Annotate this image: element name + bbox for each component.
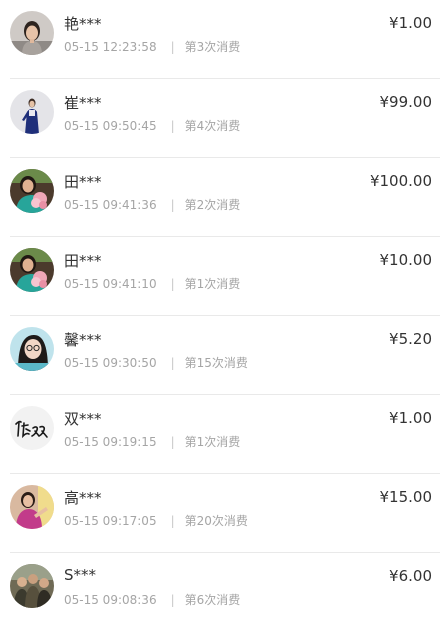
record-amount: ¥99.00 [380, 93, 433, 111]
meta-divider: | [170, 40, 175, 54]
meta-divider: | [170, 514, 175, 528]
meta-divider: | [170, 198, 175, 212]
amount-value: 6.00 [398, 567, 432, 585]
meta-divider: | [170, 435, 175, 449]
consumption-count: 第1次消费 [184, 435, 241, 449]
record-time: 05-15 09:30:50 [64, 356, 157, 370]
currency-symbol: ¥ [389, 409, 399, 427]
consumption-count: 第20次消费 [184, 514, 248, 528]
consumption-count: 第2次消费 [184, 198, 241, 212]
calligraphy-avatar [10, 406, 54, 450]
record-meta: 05-15 09:30:50 | 第15次消费 [64, 354, 248, 371]
customer-name: 崔*** [64, 94, 102, 112]
record-meta: 05-15 12:23:58 | 第3次消费 [64, 38, 240, 55]
amount-value: 100.00 [379, 172, 433, 190]
currency-symbol: ¥ [379, 488, 390, 506]
customer-name: 田*** [64, 173, 102, 191]
record-row[interactable]: 双*** 05-15 09:19:15 | 第1次消费 ¥1.00 [10, 395, 440, 474]
record-time: 05-15 09:50:45 [64, 119, 157, 133]
currency-symbol: ¥ [389, 330, 399, 348]
amount-value: 15.00 [389, 488, 432, 506]
currency-symbol: ¥ [389, 567, 399, 585]
record-amount: ¥15.00 [380, 488, 433, 506]
record-meta: 05-15 09:19:15 | 第1次消费 [64, 433, 240, 450]
consumption-count: 第4次消费 [184, 119, 241, 133]
customer-name: 双*** [64, 410, 102, 428]
record-time: 05-15 09:41:10 [64, 277, 157, 291]
meta-divider: | [170, 119, 175, 133]
girl-with-glasses-avatar [10, 327, 54, 371]
record-amount: ¥10.00 [380, 251, 433, 269]
amount-value: 1.00 [398, 409, 432, 427]
woman-pink-dress-avatar [10, 485, 54, 529]
currency-symbol: ¥ [389, 14, 399, 32]
record-meta: 05-15 09:17:05 | 第20次消费 [64, 512, 248, 529]
meta-divider: | [170, 593, 175, 607]
customer-name: 高*** [64, 489, 102, 507]
woman-in-suit-avatar [10, 90, 54, 134]
record-row[interactable]: 田*** 05-15 09:41:36 | 第2次消费 ¥100.00 [10, 158, 440, 237]
meta-divider: | [170, 277, 175, 291]
record-time: 05-15 12:23:58 [64, 40, 157, 54]
amount-value: 10.00 [389, 251, 432, 269]
record-amount: ¥100.00 [370, 172, 432, 190]
record-row[interactable]: S*** 05-15 09:08:36 | 第6次消费 ¥6.00 [10, 553, 440, 632]
record-amount: ¥5.20 [389, 330, 432, 348]
woman-portrait-avatar [10, 11, 54, 55]
record-amount: ¥1.00 [389, 409, 432, 427]
woman-with-flowers-avatar [10, 248, 54, 292]
woman-with-flowers-avatar [10, 169, 54, 213]
amount-value: 99.00 [389, 93, 432, 111]
record-time: 05-15 09:19:15 [64, 435, 157, 449]
customer-name: S*** [64, 566, 97, 584]
currency-symbol: ¥ [369, 172, 380, 190]
record-meta: 05-15 09:08:36 | 第6次消费 [64, 591, 240, 608]
record-meta: 05-15 09:50:45 | 第4次消费 [64, 117, 240, 134]
record-row[interactable]: 田*** 05-15 09:41:10 | 第1次消费 ¥10.00 [10, 237, 440, 316]
consumption-count: 第3次消费 [184, 40, 241, 54]
record-amount: ¥1.00 [389, 14, 432, 32]
customer-name: 馨*** [64, 331, 102, 349]
record-meta: 05-15 09:41:36 | 第2次消费 [64, 196, 240, 213]
record-time: 05-15 09:17:05 [64, 514, 157, 528]
consumption-count: 第15次消费 [184, 356, 248, 370]
consumption-count: 第6次消费 [184, 593, 241, 607]
record-row[interactable]: 崔*** 05-15 09:50:45 | 第4次消费 ¥99.00 [10, 79, 440, 158]
consumption-count: 第1次消费 [184, 277, 241, 291]
record-meta: 05-15 09:41:10 | 第1次消费 [64, 275, 240, 292]
record-time: 05-15 09:08:36 [64, 593, 157, 607]
group-photo-avatar [10, 564, 54, 608]
record-row[interactable]: 馨*** 05-15 09:30:50 | 第15次消费 ¥5.20 [10, 316, 440, 395]
currency-symbol: ¥ [379, 93, 390, 111]
amount-value: 1.00 [398, 14, 432, 32]
customer-name: 田*** [64, 252, 102, 270]
meta-divider: | [170, 356, 175, 370]
amount-value: 5.20 [398, 330, 432, 348]
record-time: 05-15 09:41:36 [64, 198, 157, 212]
record-amount: ¥6.00 [389, 567, 432, 585]
record-row[interactable]: 高*** 05-15 09:17:05 | 第20次消费 ¥15.00 [10, 474, 440, 553]
record-row[interactable]: 艳*** 05-15 12:23:58 | 第3次消费 ¥1.00 [10, 0, 440, 79]
customer-name: 艳*** [64, 15, 102, 33]
currency-symbol: ¥ [379, 251, 390, 269]
consumption-record-list: 艳*** 05-15 12:23:58 | 第3次消费 ¥1.00 崔*** 05-… [0, 0, 440, 632]
